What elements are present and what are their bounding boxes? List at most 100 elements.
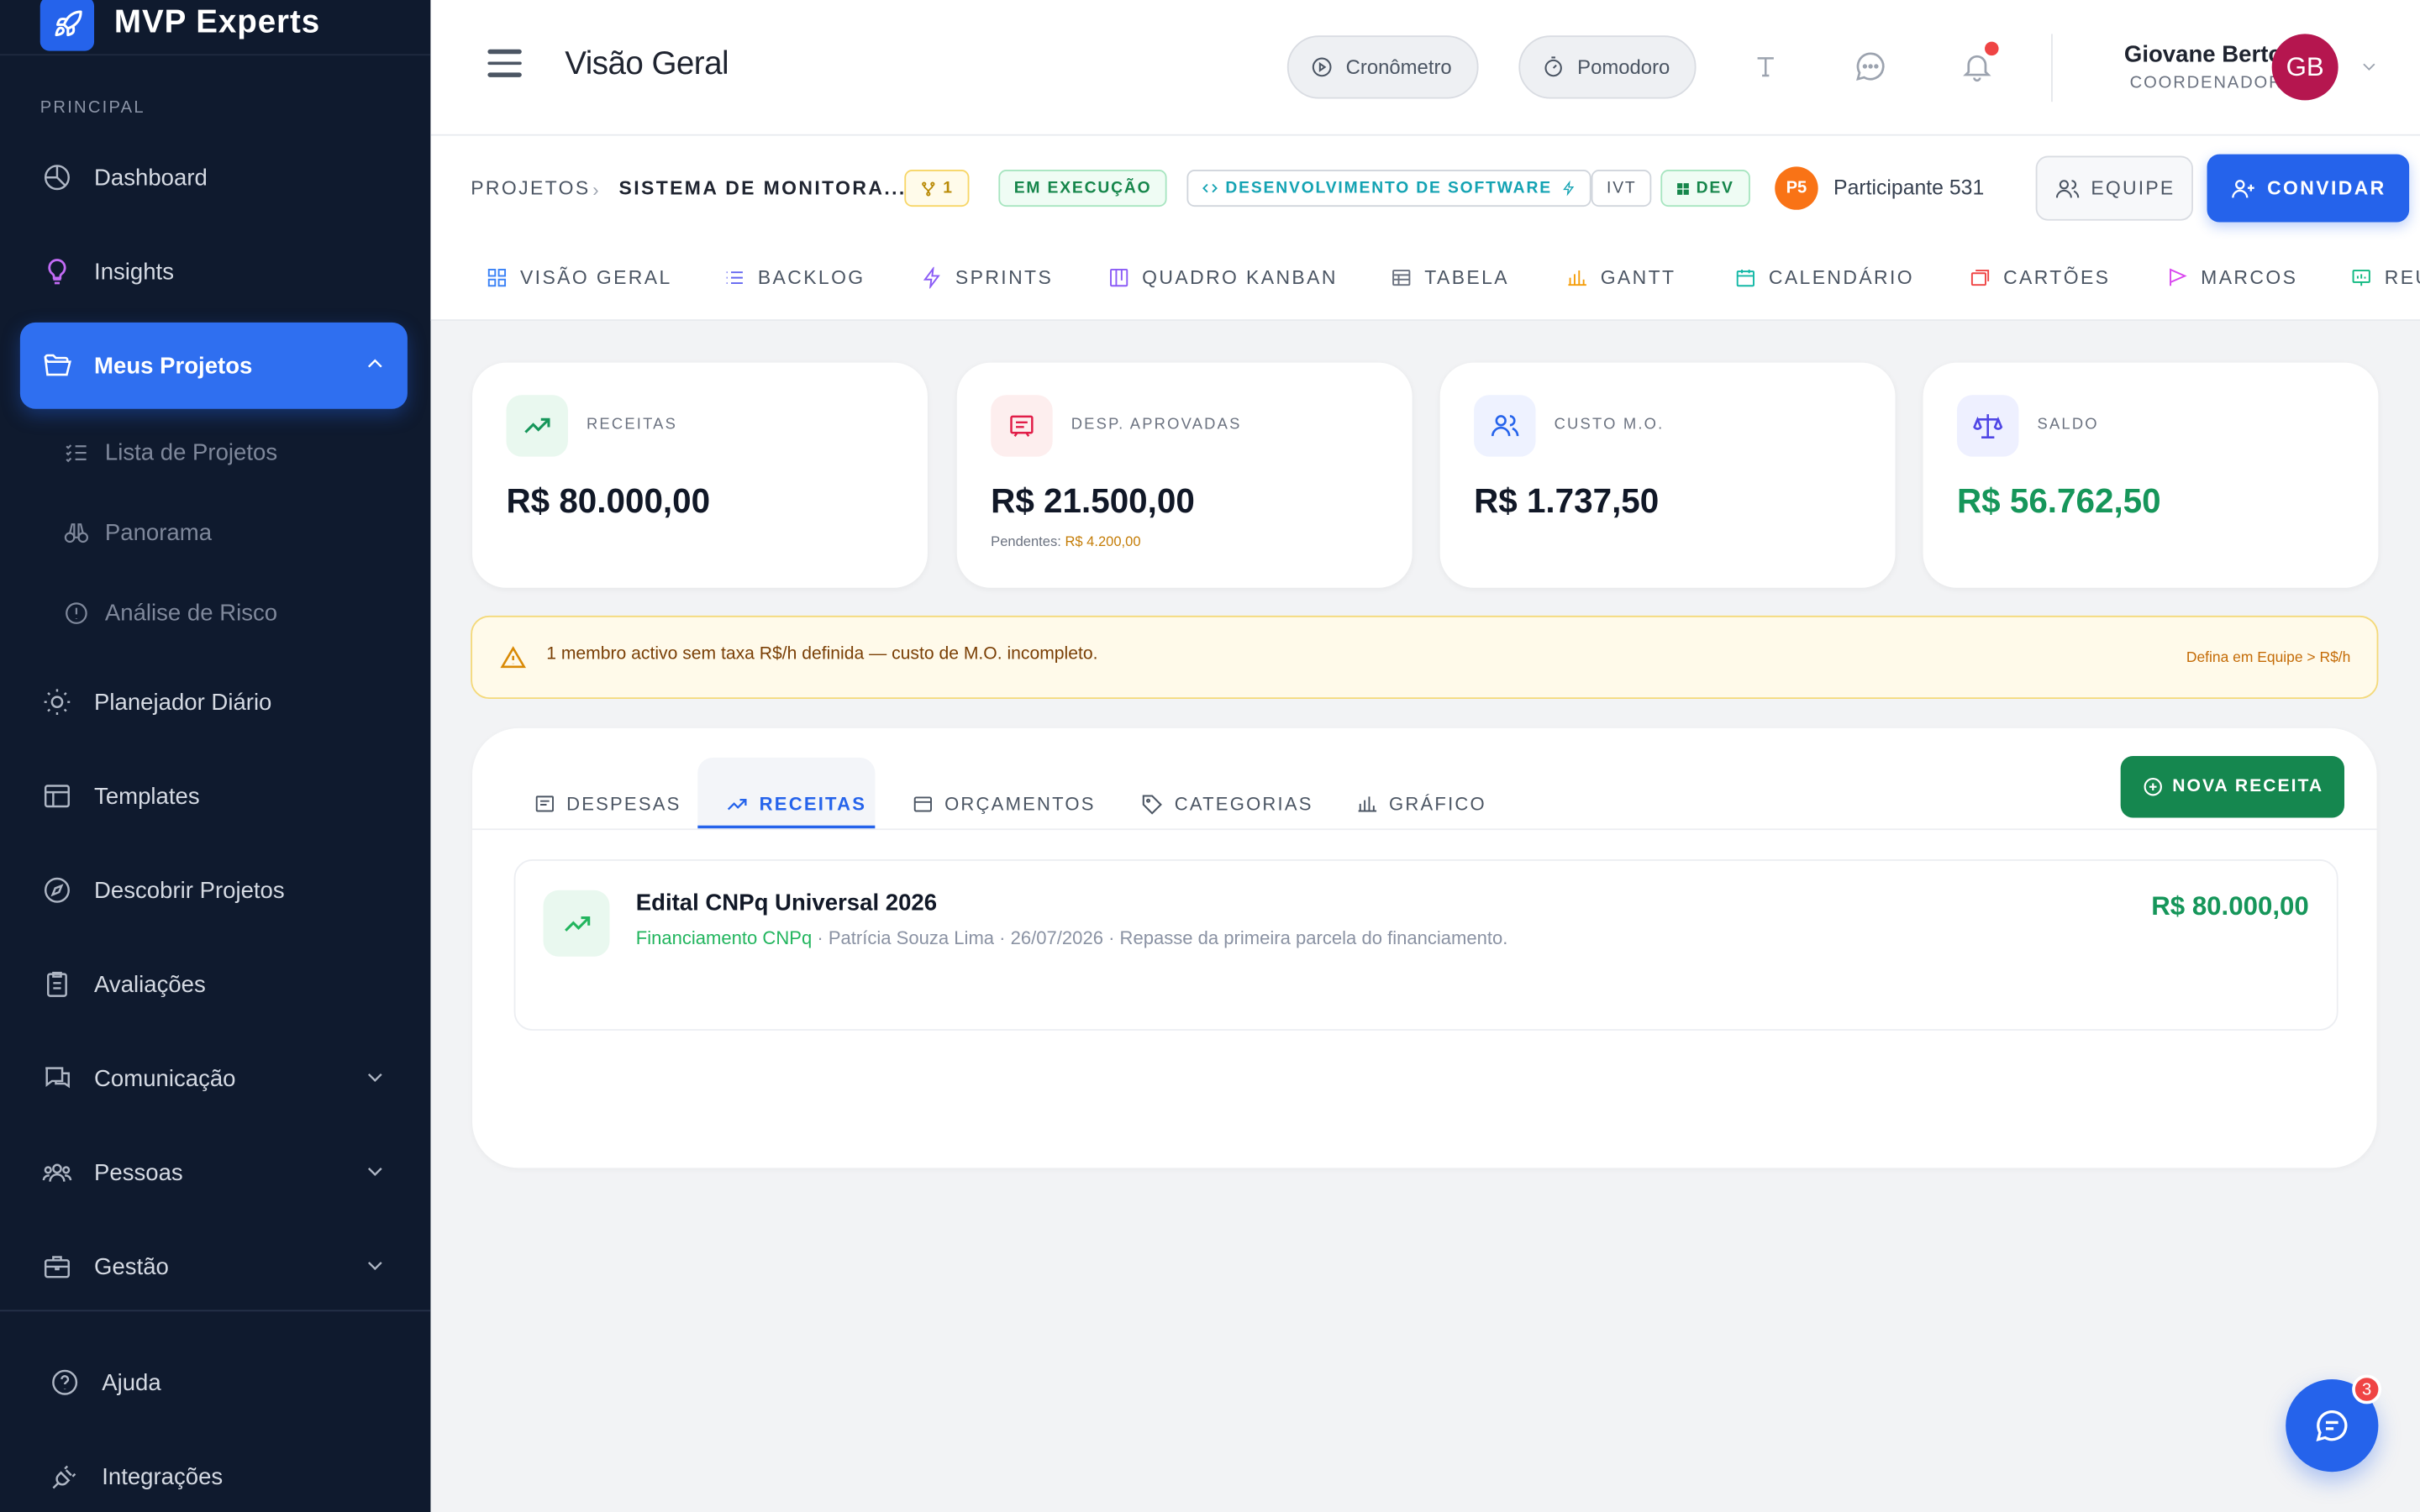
invite-button[interactable]: CONVIDAR (2207, 154, 2410, 223)
tab-label: REU (2384, 266, 2420, 289)
sidebar-item-label: Planejador Diário (94, 689, 272, 716)
tab-grafico[interactable]: GRÁFICO (1356, 780, 1486, 829)
table-icon (1391, 267, 1413, 289)
trending-up-icon (506, 395, 568, 457)
sidebar-item-label: Avaliações (94, 971, 206, 998)
text-size-icon[interactable] (1747, 48, 1784, 85)
tag-ivt: IVT (1591, 170, 1652, 207)
tab-quadro-kanban[interactable]: QUADRO KANBAN (1108, 264, 1338, 291)
git-branch-icon (920, 180, 937, 197)
tab-label: GANTT (1600, 266, 1676, 289)
participant-name: Participante 531 (1833, 176, 1985, 199)
sidebar-item-insights[interactable]: Insights (20, 228, 408, 315)
tab-despesas[interactable]: DESPESAS (534, 780, 681, 829)
sidebar-subitem-lista-projetos[interactable]: Lista de Projetos (61, 429, 277, 475)
scale-icon (1956, 395, 2019, 457)
brand[interactable]: MVP Experts (0, 0, 431, 56)
timer-button[interactable]: Cronômetro (1286, 35, 1479, 99)
tab-backlog[interactable]: BACKLOG (723, 264, 865, 291)
grid-icon (1676, 181, 1691, 196)
chat-icon[interactable] (1852, 48, 1889, 85)
briefcase-icon (42, 1252, 73, 1283)
tab-orcamentos[interactable]: ORÇAMENTOS (913, 780, 1096, 829)
stat-label: DESP. APROVADAS (1071, 416, 1242, 434)
branch-count-badge[interactable]: 1 (904, 170, 970, 207)
calendar-icon (1734, 267, 1756, 289)
tab-marcos[interactable]: MARCOS (2167, 264, 2298, 291)
team-label: EQUIPE (2091, 177, 2175, 199)
sidebar-item-meus-projetos[interactable]: Meus Projetos (19, 322, 408, 409)
pomodoro-button[interactable]: Pomodoro (1518, 35, 1697, 99)
sidebar-item-ajuda[interactable]: Ajuda (28, 1339, 415, 1425)
sidebar-subitem-panorama[interactable]: Panorama (61, 509, 212, 555)
warning-triangle-icon (500, 645, 526, 679)
new-revenue-button[interactable]: NOVA RECEITA (2120, 755, 2344, 818)
sidebar-item-label: Integrações (102, 1463, 224, 1490)
stat-card-saldo: SALDO R$ 56.762,50 (1923, 362, 2379, 588)
sidebar-item-dashboard[interactable]: Dashboard (20, 134, 408, 221)
chevron-right-icon: › (592, 179, 599, 201)
warning-link[interactable]: Defina em Equipe > R$/h (2186, 649, 2350, 666)
team-button[interactable]: EQUIPE (2035, 155, 2193, 221)
breadcrumb-projetos[interactable]: PROJETOS (471, 177, 590, 199)
sidebar-item-integracoes[interactable]: Integrações (28, 1433, 415, 1512)
plus-circle-icon (2141, 776, 2163, 798)
sidebar-item-pessoas[interactable]: Pessoas (20, 1129, 408, 1215)
list-check-icon (61, 438, 89, 466)
tab-calendario[interactable]: CALENDÁRIO (1734, 264, 1914, 291)
bell-icon[interactable] (1959, 41, 1999, 85)
chevron-down-icon (364, 1254, 386, 1282)
finance-panel: DESPESAS RECEITAS ORÇAMENTOS CATEGORIAS … (472, 727, 2377, 1168)
chevron-down-icon[interactable] (2360, 55, 2378, 83)
sidebar-item-avaliacoes[interactable]: Avaliações (20, 941, 408, 1027)
cards-icon (1970, 267, 1991, 289)
sidebar-item-descobrir-projetos[interactable]: Descobrir Projetos (20, 847, 408, 933)
tab-label: CARTÕES (2003, 266, 2111, 289)
tag-dev-label: DEV (1696, 179, 1734, 198)
notification-dot (1985, 41, 1999, 56)
tab-reunioes[interactable]: REU (2350, 264, 2420, 291)
sidebar-item-label: Ajuda (102, 1369, 161, 1396)
stat-value: R$ 80.000,00 (506, 481, 711, 520)
pomodoro-label: Pomodoro (1577, 55, 1670, 79)
menu-icon[interactable] (487, 49, 522, 81)
avatar[interactable]: GB (2271, 34, 2338, 101)
stat-value: R$ 1.737,50 (1474, 481, 1660, 520)
sidebar-subitem-label: Análise de Risco (104, 599, 278, 626)
user-role: COORDENADOR (2129, 74, 2283, 93)
participant-avatar[interactable]: P5 (1775, 166, 1818, 210)
sidebar: MVP Experts PRINCIPAL Dashboard Insights… (0, 0, 431, 1512)
play-circle-icon (1310, 55, 1334, 79)
bar-chart-icon (1356, 793, 1378, 815)
tab-sprints[interactable]: SPRINTS (922, 264, 1054, 291)
project-bar: PROJETOS › SISTEMA DE MONITORA... 1 EM E… (430, 135, 2420, 322)
timer-label: Cronômetro (1345, 55, 1452, 79)
header-divider (2051, 34, 2053, 102)
sidebar-item-comunicacao[interactable]: Comunicação (20, 1035, 408, 1121)
tab-categorias[interactable]: CATEGORIAS (1140, 780, 1313, 829)
compass-icon (42, 874, 73, 906)
sidebar-item-label: Insights (94, 258, 175, 285)
tab-gantt[interactable]: GANTT (1566, 264, 1676, 291)
invite-label: CONVIDAR (2267, 177, 2386, 199)
tab-visao-geral[interactable]: VISÃO GERAL (487, 264, 672, 291)
tab-label: ORÇAMENTOS (944, 793, 1096, 815)
tab-cartoes[interactable]: CARTÕES (1970, 264, 2111, 291)
stat-value: R$ 56.762,50 (1956, 481, 2161, 520)
receipt-icon (991, 395, 1053, 457)
presentation-icon (2350, 267, 2372, 289)
sidebar-item-gestao[interactable]: Gestão (20, 1224, 408, 1310)
list-item[interactable]: Edital CNPq Universal 2026 Financiamento… (513, 859, 2338, 1031)
sidebar-subitem-analise-risco[interactable]: Análise de Risco (61, 590, 277, 636)
tag-icon (1140, 792, 1164, 816)
tab-receitas[interactable]: RECEITAS (725, 780, 866, 829)
user-name: Giovane Bertol (2123, 41, 2289, 68)
tab-tabela[interactable]: TABELA (1391, 264, 1509, 291)
sidebar-item-label: Dashboard (94, 164, 208, 191)
entry-category[interactable]: Financiamento CNPq (636, 927, 813, 949)
sidebar-item-planejador-diario[interactable]: Planejador Diário (20, 659, 408, 745)
flag-icon (2167, 267, 2189, 289)
pending-value: R$ 4.200,00 (1065, 533, 1141, 549)
tab-label: GRÁFICO (1389, 793, 1486, 815)
sidebar-item-templates[interactable]: Templates (20, 753, 408, 839)
